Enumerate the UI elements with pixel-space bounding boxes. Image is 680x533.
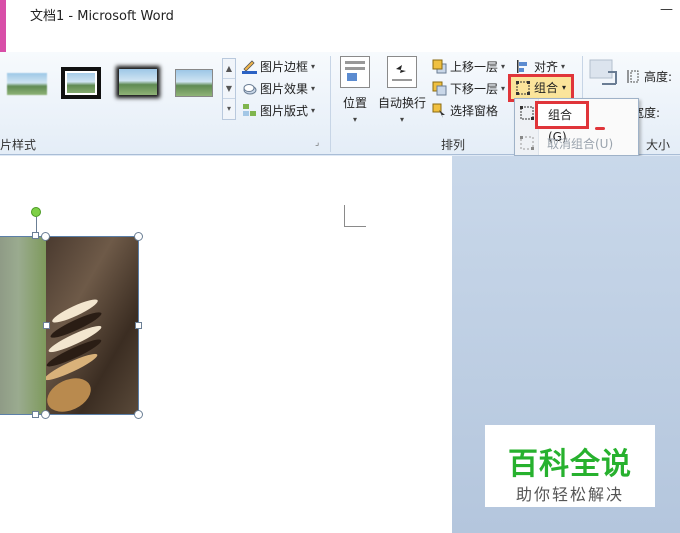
picture-style-soft-edge[interactable] xyxy=(2,64,48,100)
group-dropdown-menu: 组合(G) 取消组合(U) xyxy=(514,98,639,156)
chevron-down-icon: ▾ xyxy=(501,61,506,71)
chevron-down-icon: ▾ xyxy=(352,115,357,124)
picture-style-simple[interactable] xyxy=(170,64,216,100)
menu-item-group[interactable]: 组合(G) xyxy=(535,101,589,144)
arrange-group-label: 排列 xyxy=(441,138,466,152)
picture-border-button[interactable]: 图片边框 ▾ xyxy=(242,56,315,76)
ungroup-icon xyxy=(519,135,535,151)
chevron-down-icon: ▾ xyxy=(561,61,566,71)
window-title: 文档1 - Microsoft Word xyxy=(30,9,174,24)
picture-effects-label: 图片效果 xyxy=(260,81,309,96)
resize-handle[interactable] xyxy=(41,410,50,419)
picture-style-black-frame[interactable] xyxy=(58,64,104,100)
align-icon xyxy=(516,59,531,74)
height-icon xyxy=(626,69,641,84)
picture-effects-button[interactable]: 图片效果 ▾ xyxy=(242,78,315,98)
chevron-down-icon: ▾ xyxy=(501,83,506,93)
pencil-icon xyxy=(242,59,257,74)
group-objects-icon xyxy=(515,80,531,96)
resize-handle[interactable] xyxy=(41,232,50,241)
group-objects-label: 组合 xyxy=(534,81,559,95)
menu-item-ungroup[interactable]: 取消组合(U) xyxy=(547,135,613,152)
group-separator xyxy=(330,56,331,152)
crop-button[interactable] xyxy=(588,58,618,92)
resize-handle[interactable] xyxy=(43,322,50,329)
selection-pane-icon xyxy=(432,103,447,118)
wrap-text-button[interactable]: 自动换行 ▾ xyxy=(376,56,428,124)
watermark-title: 百科全说 xyxy=(508,447,632,482)
bring-forward-button[interactable]: 上移一层 ▾ xyxy=(432,56,505,76)
smartart-icon xyxy=(242,103,257,118)
dialog-launcher-icon[interactable]: ⌟ xyxy=(315,138,319,148)
watermark-logo: 百科全说 助你轻松解决 xyxy=(485,425,655,507)
chevron-down-icon: ▾ xyxy=(562,83,567,92)
chevron-down-icon: ▾ xyxy=(311,83,316,93)
bring-forward-icon xyxy=(432,59,447,74)
gallery-more-icon[interactable]: ▾ xyxy=(223,99,235,119)
picture-layout-label: 图片版式 xyxy=(260,103,309,118)
chevron-down-icon: ▾ xyxy=(311,61,316,71)
resize-handle[interactable] xyxy=(32,411,39,418)
gallery-down-icon[interactable]: ▼ xyxy=(223,79,235,99)
gallery-up-icon[interactable]: ▲ xyxy=(223,59,235,79)
send-backward-button[interactable]: 下移一层 ▾ xyxy=(432,78,505,98)
title-bar: 文档1 - Microsoft Word — xyxy=(0,0,680,52)
resize-handle[interactable] xyxy=(135,322,142,329)
send-backward-icon xyxy=(432,81,447,96)
rotation-handle[interactable] xyxy=(31,207,41,217)
resize-handle[interactable] xyxy=(32,232,39,239)
height-label: 高度: xyxy=(644,69,673,84)
picture-style-shadow[interactable] xyxy=(114,64,160,100)
align-label: 对齐 xyxy=(534,59,559,74)
watermark-subtitle: 助你轻松解决 xyxy=(515,485,624,504)
group-objects-icon xyxy=(519,105,535,121)
minimize-button[interactable]: — xyxy=(660,2,674,22)
crop-icon xyxy=(589,59,617,85)
effects-icon xyxy=(242,81,257,96)
margin-crop-mark xyxy=(344,205,366,227)
position-label: 位置 xyxy=(342,96,367,110)
picture-styles-group-label: 片样式 xyxy=(0,138,37,152)
gallery-scrollbar[interactable]: ▲ ▼ ▾ xyxy=(222,58,236,120)
selection-frame xyxy=(0,236,139,415)
title-bar-inner: 文档1 - Microsoft Word — xyxy=(6,0,680,52)
annotation-mark xyxy=(595,127,605,130)
chevron-down-icon: ▾ xyxy=(311,105,316,115)
bring-forward-label: 上移一层 xyxy=(450,59,499,74)
position-button[interactable]: 位置 ▾ xyxy=(338,56,372,124)
selection-pane-label: 选择窗格 xyxy=(450,103,499,118)
position-icon xyxy=(340,56,370,88)
wrap-text-label: 自动换行 xyxy=(377,96,426,110)
chevron-down-icon: ▾ xyxy=(399,115,404,124)
size-group-label: 大小 xyxy=(646,138,671,152)
resize-handle[interactable] xyxy=(134,410,143,419)
resize-handle[interactable] xyxy=(134,232,143,241)
height-field[interactable]: 高度: xyxy=(626,66,672,86)
selection-pane-button[interactable]: 选择窗格 xyxy=(432,100,498,120)
align-button[interactable]: 对齐 ▾ xyxy=(516,56,565,76)
picture-border-label: 图片边框 xyxy=(260,59,309,74)
send-backward-label: 下移一层 xyxy=(450,81,499,96)
picture-layout-button[interactable]: 图片版式 ▾ xyxy=(242,100,315,120)
wrap-text-icon xyxy=(387,56,417,88)
